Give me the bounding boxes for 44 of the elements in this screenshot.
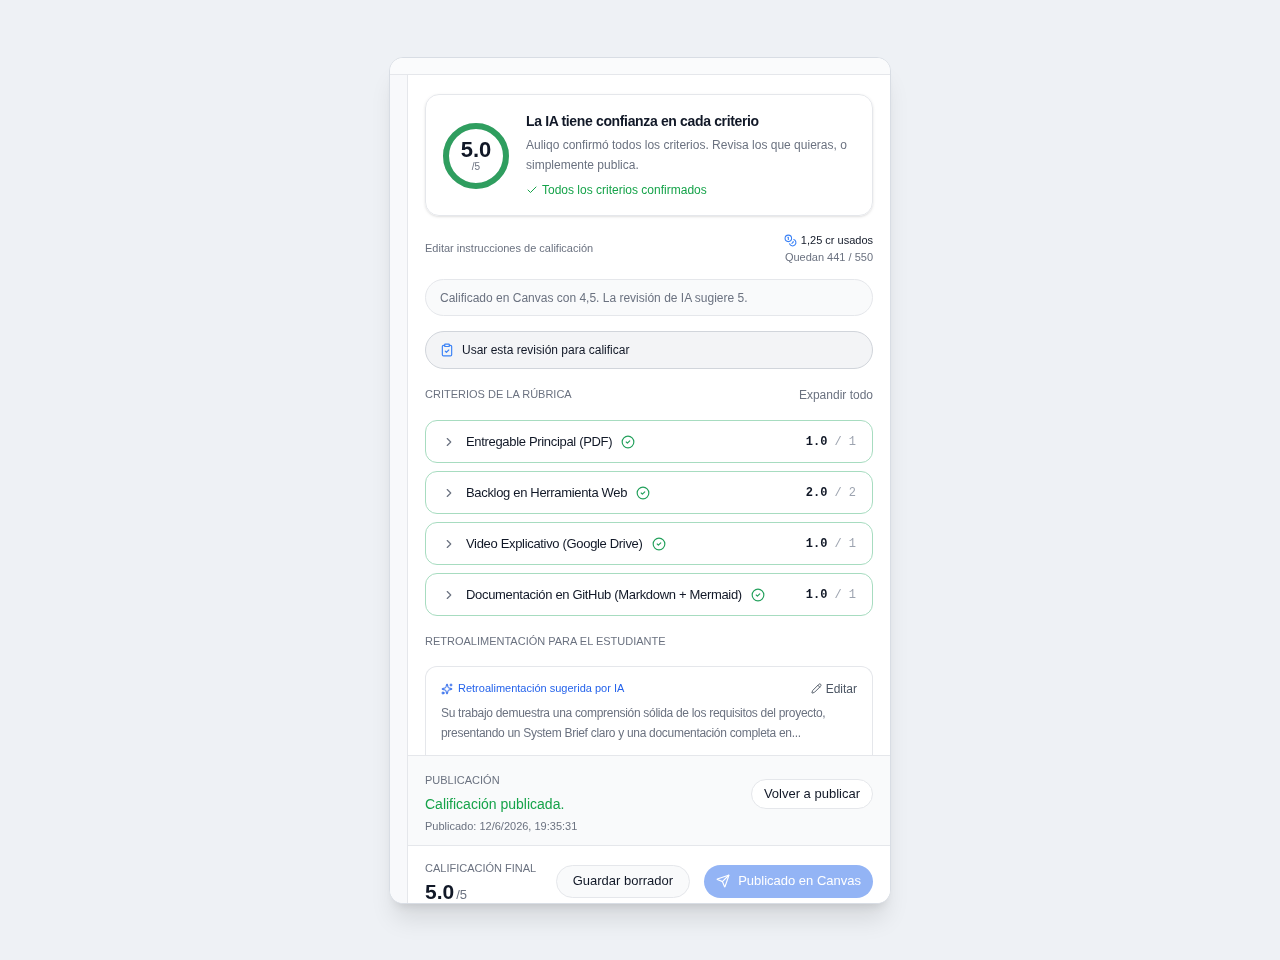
use-review-button[interactable]: Usar esta revisión para calificar [425,331,873,369]
section-heading: RETROALIMENTACIÓN PARA EL ESTUDIANTE [425,634,667,649]
criterion-score: 1.0 [805,586,828,604]
feedback-label: Retroalimentación sugerida por IA [458,681,625,697]
criterion-score: 1.0 [805,433,828,451]
criterion-name: Entregable Principal (PDF) [466,432,613,451]
criterion-row[interactable]: Entregable Principal (PDF) 1.0 / 1 [425,420,873,463]
clipboard-icon [440,343,454,357]
criterion-score: 1.0 [805,535,828,553]
republish-button[interactable]: Volver a publicar [750,778,873,809]
expand-all-link[interactable]: Expandir todo [798,386,873,404]
summary-title: La IA tiene confianza en cada criterio [526,112,760,131]
criterion-row[interactable]: Documentación en GitHub (Markdown + Mermaid) 1.0 / 1 [425,573,873,616]
send-icon [716,874,731,888]
criterion-score: 2.0 [805,484,828,502]
criterion-name: Backlog en Herramienta Web [466,483,628,502]
summary-description: Auliqo confirmó todos los criterios. Revisa los que quieras, o simplemente publica. [526,137,848,174]
criterion-max: / 1 [834,433,856,451]
final-grade-label: CALIFICACIÓN FINAL [425,860,537,876]
edit-button[interactable]: Editar [810,679,857,698]
summary-status: Todos los criterios confirmados [542,182,707,199]
final-grade-value: 5.0 [425,879,455,903]
coins-icon [783,233,797,247]
section-heading: CRITERIOS DE LA RÚBRICA [425,387,572,402]
criterion-name: Video Explicativo (Google Drive) [466,534,643,553]
criterion-max: / 2 [834,484,856,502]
criterion-max: / 1 [834,535,856,553]
criterion-row[interactable]: Backlog en Herramienta Web 2.0 / 2 [425,471,873,514]
feedback-text: Su trabajo demuestra una comprensión sólida de los requisitos del proyecto, presentando un System Brief claro y una documentación completa en... [441,704,827,742]
criterion-max: / 1 [834,586,856,604]
sparkles-icon [441,682,453,695]
criterion-row[interactable]: Video Explicativo (Google Drive) 1.0 / 1 [425,522,873,565]
credits-remaining: Quedan 441 / 550 [784,249,873,265]
publication-status: Calificación publicada. [425,795,566,814]
published-timestamp: Publicado: 12/6/2026, 19:35:31 [425,819,578,834]
pencil-icon [810,683,822,694]
credits-used: 1,25 cr usados [800,233,873,248]
check-icon [526,184,538,196]
edit-instructions-link[interactable]: Editar instrucciones de calificación [425,240,594,265]
section-heading: PUBLICACIÓN [425,772,501,788]
canvas-note: Calificado en Canvas con 4,5. La revisión de IA sugiere 5. [425,279,873,316]
save-draft-button[interactable]: Guardar borrador [555,864,691,898]
final-grade-max: /5 [456,886,468,903]
criterion-name: Documentación en GitHub (Markdown + Mermaid) [466,585,742,604]
